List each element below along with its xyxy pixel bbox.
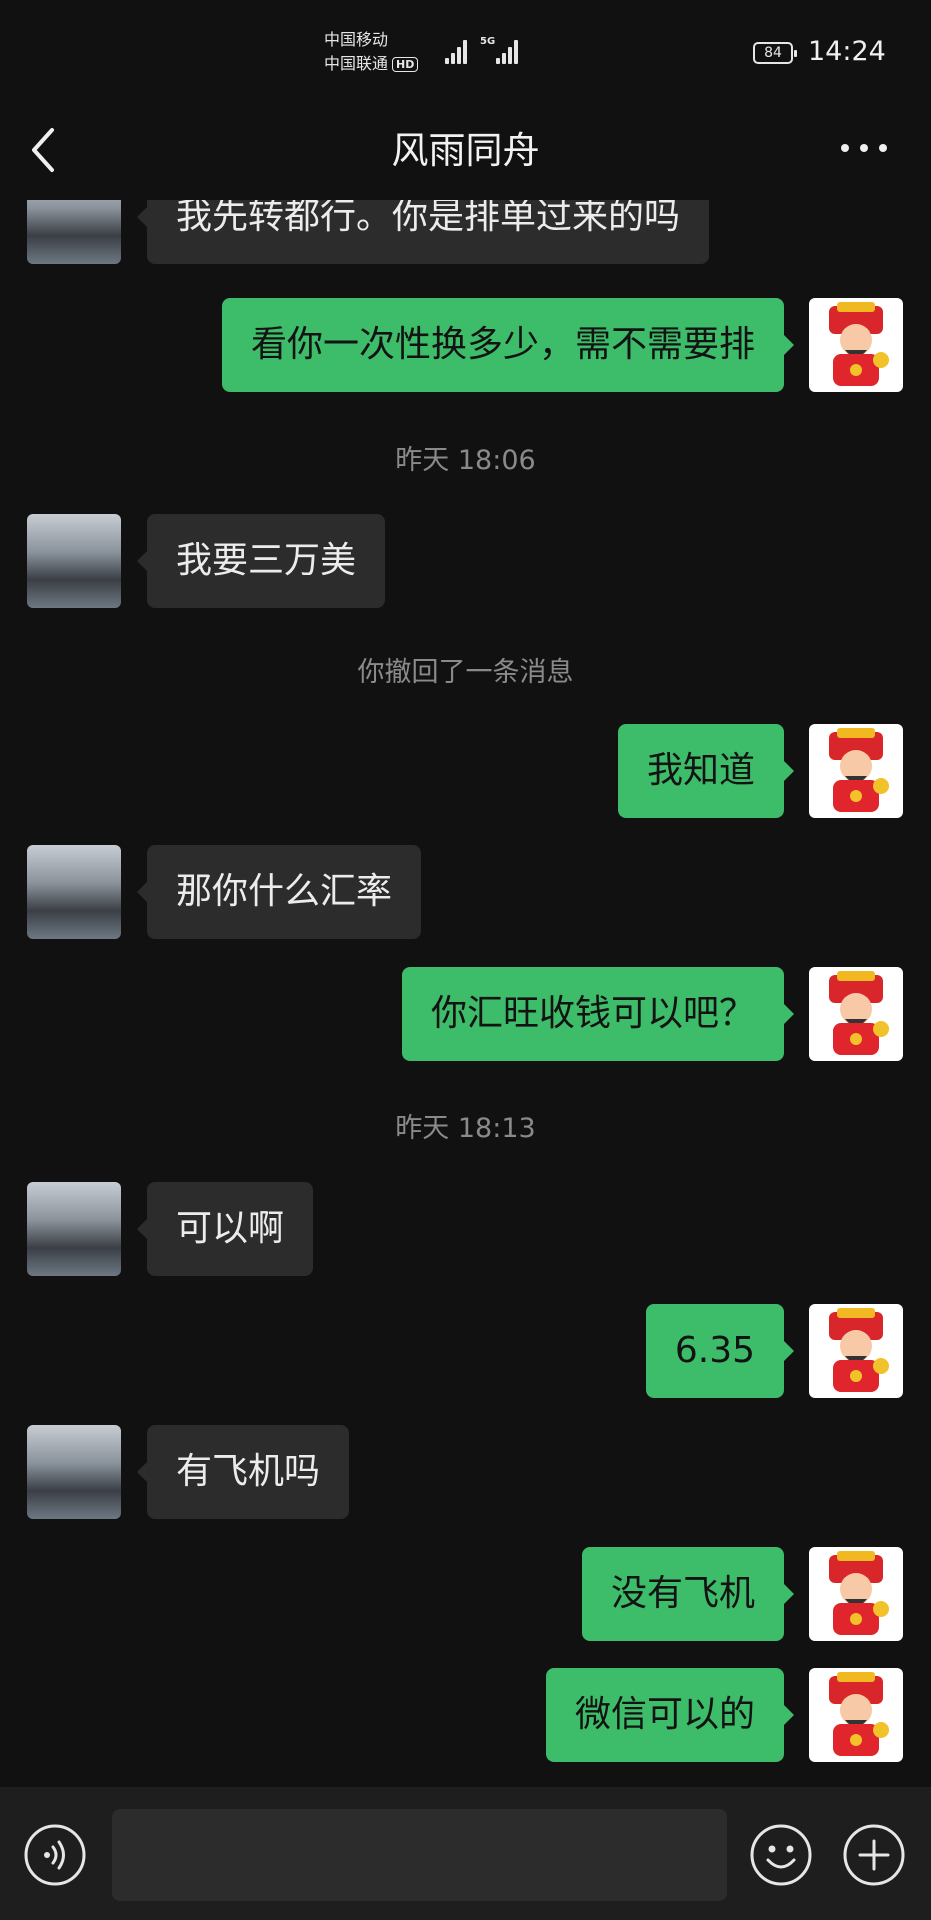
god-of-wealth-icon (829, 302, 889, 386)
my-avatar[interactable] (809, 967, 903, 1061)
message-bubble[interactable]: 你汇旺收钱可以吧？ (401, 967, 795, 1061)
god-of-wealth-icon (829, 1672, 889, 1756)
carrier-1-label: 中国移动 (324, 30, 389, 49)
carrier-2-label: 中国联通 (324, 54, 389, 73)
contact-avatar[interactable] (27, 200, 121, 264)
god-of-wealth-icon (829, 1308, 889, 1392)
my-avatar[interactable] (809, 1547, 903, 1641)
message-bubble[interactable]: 微信可以的 (545, 1668, 795, 1762)
contact-avatar[interactable] (27, 514, 121, 608)
my-avatar[interactable] (809, 724, 903, 818)
network-type-label: 5G (480, 36, 496, 47)
message-bubble[interactable]: 看你一次性换多少，需不需要排 (221, 298, 795, 392)
plus-icon[interactable] (842, 1823, 906, 1887)
message-bubble[interactable]: 可以啊 (136, 1182, 314, 1276)
contact-avatar[interactable] (27, 845, 121, 939)
contact-avatar[interactable] (27, 1182, 121, 1276)
message-bubble[interactable]: 我要三万美 (136, 514, 386, 608)
timestamp: 昨天 18:06 (395, 445, 536, 476)
carrier-2-row: 中国联通 HD (324, 52, 419, 76)
god-of-wealth-icon (829, 728, 889, 812)
emoji-icon[interactable] (749, 1823, 813, 1887)
battery-icon: 84 (753, 42, 797, 64)
clock: 14:24 (808, 36, 886, 67)
message-bubble[interactable]: 有飞机吗 (136, 1425, 350, 1519)
input-bar (0, 1787, 931, 1920)
recall-notice: 你撤回了一条消息 (357, 657, 574, 688)
status-bar: 中国移动 中国联通 HD 5G 84 14:24 (0, 0, 931, 100)
chat-header: 风雨同舟 (0, 100, 931, 200)
my-avatar[interactable] (809, 298, 903, 392)
message-bubble[interactable]: 6.35 (645, 1304, 795, 1398)
message-bubble[interactable]: 那你什么汇率 (136, 845, 422, 939)
signal-2-icon (496, 40, 522, 64)
my-avatar[interactable] (809, 1668, 903, 1762)
timestamp: 昨天 18:13 (395, 1113, 536, 1144)
hd-badge: HD (392, 57, 419, 72)
god-of-wealth-icon (829, 1551, 889, 1635)
message-list[interactable]: 我先转都行。你是排单过来的吗 看你一次性换多少，需不需要排 昨天 18:06 我… (0, 200, 931, 1787)
god-of-wealth-icon (829, 971, 889, 1055)
carrier-info: 中国移动 中国联通 HD (324, 28, 419, 76)
my-avatar[interactable] (809, 1304, 903, 1398)
chat-title: 风雨同舟 (391, 129, 540, 172)
message-bubble[interactable]: 没有飞机 (581, 1547, 795, 1641)
message-bubble[interactable]: 我先转都行。你是排单过来的吗 (136, 200, 710, 264)
message-bubble[interactable]: 我知道 (617, 724, 795, 818)
voice-icon[interactable] (23, 1823, 87, 1887)
battery-level: 84 (764, 45, 782, 61)
contact-avatar[interactable] (27, 1425, 121, 1519)
more-dots-icon[interactable] (841, 140, 887, 160)
signal-1-icon (445, 40, 471, 64)
message-input[interactable] (112, 1809, 727, 1901)
